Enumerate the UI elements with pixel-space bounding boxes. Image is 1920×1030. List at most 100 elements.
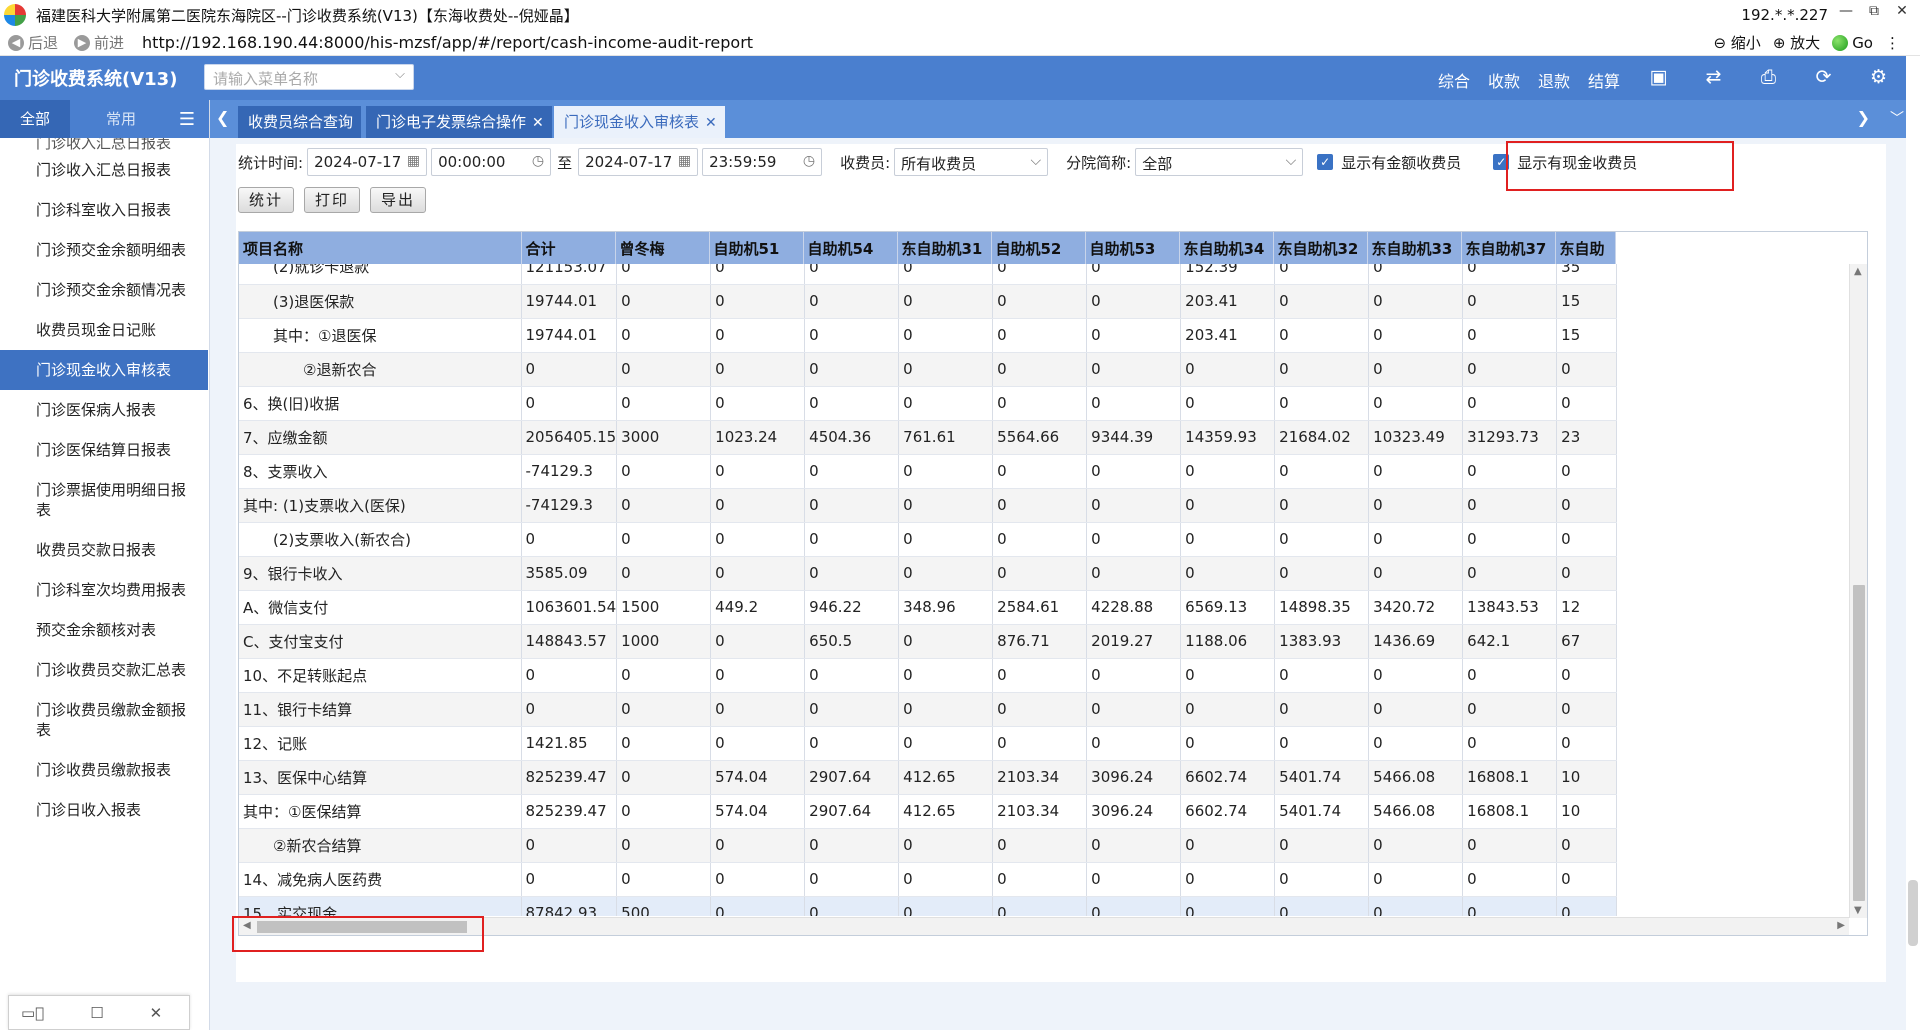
column-header[interactable]: 自助机53 <box>1085 232 1180 264</box>
sidebar-tab-all[interactable]: 全部 <box>0 100 70 138</box>
table-row[interactable]: (2)支票收入(新农合) 0 0 0 0 0 0 0 0 0 0 0 0 <box>239 522 1618 557</box>
restore-button[interactable]: ⧉ <box>1862 3 1886 19</box>
sidebar-item[interactable]: 门诊收费员缴款金额报表 <box>0 690 208 750</box>
zoom-in-button[interactable]: ⊕ 放大 <box>1773 32 1820 53</box>
table-row[interactable]: 9、银行卡收入 3585.09 0 0 0 0 0 0 0 0 0 0 0 <box>239 556 1618 591</box>
table-row[interactable]: ②退新农合 0 0 0 0 0 0 0 0 0 0 0 0 <box>239 352 1618 387</box>
sidebar-item[interactable]: 门诊医保病人报表 <box>0 390 208 430</box>
cashier-select[interactable]: 所有收费员 ⌵ <box>894 148 1049 176</box>
back-button[interactable]: ◀ 后退 <box>8 32 58 53</box>
column-header[interactable]: 曾冬梅 <box>615 232 710 264</box>
tab-cashier-query[interactable]: 收费员综合查询 <box>238 106 362 138</box>
settings-icon[interactable]: ⚙ <box>1851 66 1906 88</box>
column-header[interactable]: 自助机51 <box>709 232 804 264</box>
column-header[interactable]: 东自助机33 <box>1367 232 1462 264</box>
minimize-button[interactable]: — <box>1834 3 1858 19</box>
table-row[interactable]: 14、减免病人医药费 0 0 0 0 0 0 0 0 0 0 0 0 <box>239 862 1618 897</box>
forward-button[interactable]: ▶ 前进 <box>74 32 124 53</box>
table-row[interactable]: 6、换(旧)收据 0 0 0 0 0 0 0 0 0 0 0 0 <box>239 386 1618 421</box>
header-link-collect[interactable]: 收款 <box>1488 68 1520 92</box>
close-icon[interactable]: ✕ <box>532 115 544 131</box>
zoom-out-button[interactable]: ⊖ 缩小 <box>1713 32 1760 53</box>
vertical-scrollbar[interactable]: ▲ ▼ <box>1849 264 1867 918</box>
minimized-window-thumbnail[interactable]: ▭⃞ ☐ ✕ <box>8 995 190 1030</box>
table-row[interactable]: 13、医保中心结算 825239.47 0 574.04 2907.64 412.65 21… <box>239 760 1618 795</box>
print-button[interactable]: 打印 <box>304 187 361 213</box>
table-row[interactable]: 其中：①医保结算 825239.47 0 574.04 2907.64 412.65 210… <box>239 794 1618 829</box>
column-header[interactable]: 自助机52 <box>991 232 1086 264</box>
sidebar-item[interactable]: 收费员现金日记账 <box>0 310 208 350</box>
show-amount-checkbox[interactable]: ✓ 显示有金额收费员 <box>1317 152 1461 173</box>
refresh-icon[interactable]: ⟳ <box>1796 66 1851 88</box>
table-row[interactable]: ②新农合结算 0 0 0 0 0 0 0 0 0 0 0 0 <box>239 828 1618 863</box>
table-row[interactable]: 其中：①退医保 19744.01 0 0 0 0 0 0 203.41 0 0 0 15 <box>239 318 1618 353</box>
table-row[interactable]: (3)退医保款 19744.01 0 0 0 0 0 0 203.41 0 0 0 15 <box>239 284 1618 319</box>
sidebar-item[interactable]: 门诊科室收入日报表 <box>0 190 208 230</box>
sidebar-item-cut[interactable]: 门诊收入汇总日报表 <box>0 138 208 150</box>
sidebar-item[interactable]: 门诊医保结算日报表 <box>0 430 208 470</box>
table-row[interactable]: 8、支票收入 -74129.3 0 0 0 0 0 0 0 0 0 0 0 <box>239 454 1618 489</box>
table-row[interactable]: 12、记账 1421.85 0 0 0 0 0 0 0 0 0 0 0 <box>239 726 1618 761</box>
column-header[interactable]: 东自助机32 <box>1273 232 1368 264</box>
tab-cash-income-audit[interactable]: 门诊现金收入审核表 ✕ <box>554 106 725 138</box>
column-header[interactable]: 自助机54 <box>803 232 898 264</box>
start-time-field[interactable]: 00:00:00 ◷ <box>431 148 552 176</box>
close-icon[interactable]: ✕ <box>150 1004 163 1022</box>
branch-select[interactable]: 全部 ⌵ <box>1135 148 1304 176</box>
table-row[interactable]: 其中: (1)支票收入(医保) -74129.3 0 0 0 0 0 0 0 0 0 0 0 <box>239 488 1618 523</box>
window-scrollbar[interactable] <box>1906 56 1920 1030</box>
sidebar-item[interactable]: 门诊现金收入审核表 <box>0 350 208 390</box>
monitor-icon[interactable]: ▣ <box>1631 66 1686 88</box>
sidebar-item[interactable]: 门诊收费员交款汇总表 <box>0 650 208 690</box>
sidebar-item[interactable]: 门诊预交金余额情况表 <box>0 270 208 310</box>
column-header[interactable]: 项目名称 <box>239 232 522 264</box>
transfer-icon[interactable]: ⇄ <box>1686 66 1741 88</box>
more-icon[interactable]: ⋮ <box>1885 34 1900 52</box>
table-row[interactable]: A、微信支付 1063601.54 1500 449.2 946.22 348.96 258… <box>239 590 1618 625</box>
scroll-right-icon[interactable]: ▶ <box>1837 920 1845 931</box>
stat-button[interactable]: 统计 <box>238 187 295 213</box>
sidebar-item[interactable]: 收费员交款日报表 <box>0 530 208 570</box>
sidebar-item[interactable]: 门诊收入汇总日报表 <box>0 150 208 190</box>
sidebar-item[interactable]: 门诊收费员缴款报表 <box>0 750 208 790</box>
hamburger-menu-icon[interactable]: ☰ <box>179 109 195 130</box>
maximize-icon[interactable]: ☐ <box>90 1004 103 1022</box>
scroll-up-icon[interactable]: ▲ <box>1854 266 1862 277</box>
column-header[interactable]: 东自助机31 <box>897 232 992 264</box>
column-header[interactable]: 东自助 <box>1555 232 1616 264</box>
tab-menu-chevron-icon[interactable]: ﹀ <box>1890 108 1904 128</box>
table-row[interactable]: 7、应缴金额 2056405.15 3000 1023.24 4504.36 761.61… <box>239 420 1618 455</box>
close-button[interactable]: ✕ <box>1890 3 1914 19</box>
scroll-thumb[interactable] <box>1853 585 1865 901</box>
print-icon[interactable]: ⎙ <box>1741 66 1796 88</box>
end-time-field[interactable]: 23:59:59 ◷ <box>702 148 823 176</box>
go-button[interactable]: Go <box>1832 34 1873 52</box>
header-link-settle[interactable]: 结算 <box>1588 68 1620 92</box>
tab-scroll-right-icon[interactable]: ❯ <box>1857 108 1870 127</box>
table-row[interactable]: (2)就诊卡退款 121153.07 0 0 0 0 0 0 152.39 0 0 0 35 <box>239 264 1618 285</box>
end-date-field[interactable]: 2024-07-17 ▦ <box>578 148 699 176</box>
start-date-field[interactable]: 2024-07-17 ▦ <box>307 148 428 176</box>
sidebar-item[interactable]: 门诊科室次均费用报表 <box>0 570 208 610</box>
table-row[interactable]: C、支付宝支付 148843.57 1000 0 650.5 0 876.71 2019.27… <box>239 624 1618 659</box>
table-row[interactable]: 10、不足转账起点 0 0 0 0 0 0 0 0 0 0 0 0 <box>239 658 1618 693</box>
menu-search-input[interactable]: 请输入菜单名称 ⌵ <box>204 64 414 90</box>
window-scroll-thumb[interactable] <box>1908 880 1918 946</box>
table-row[interactable]: 15、实交现金 87842.93 500 0 0 0 0 0 0 0 0 0 0 <box>239 896 1618 916</box>
sidebar-tab-common[interactable]: 常用 <box>86 100 156 138</box>
scroll-down-icon[interactable]: ▼ <box>1854 905 1862 916</box>
header-link-overview[interactable]: 综合 <box>1438 68 1470 92</box>
column-header[interactable]: 东自助机34 <box>1179 232 1274 264</box>
table-row[interactable]: 11、银行卡结算 0 0 0 0 0 0 0 0 0 0 0 0 <box>239 692 1618 727</box>
export-button[interactable]: 导出 <box>370 187 427 213</box>
sidebar-item[interactable]: 门诊日收入报表 <box>0 790 208 830</box>
sidebar-item[interactable]: 预交金余额核对表 <box>0 610 208 650</box>
sidebar-item[interactable]: 门诊票据使用明细日报表 <box>0 470 208 530</box>
url-field[interactable]: http://192.168.190.44:8000/his-mzsf/app/… <box>142 33 753 52</box>
sidebar-item[interactable]: 门诊预交金余额明细表 <box>0 230 208 270</box>
column-header[interactable]: 合计 <box>521 232 616 264</box>
tab-e-invoice[interactable]: 门诊电子发票综合操作 ✕ <box>366 106 552 138</box>
tab-scroll-left-icon[interactable]: ❮ <box>216 108 229 127</box>
column-header[interactable]: 东自助机37 <box>1461 232 1556 264</box>
header-link-refund[interactable]: 退款 <box>1538 68 1570 92</box>
